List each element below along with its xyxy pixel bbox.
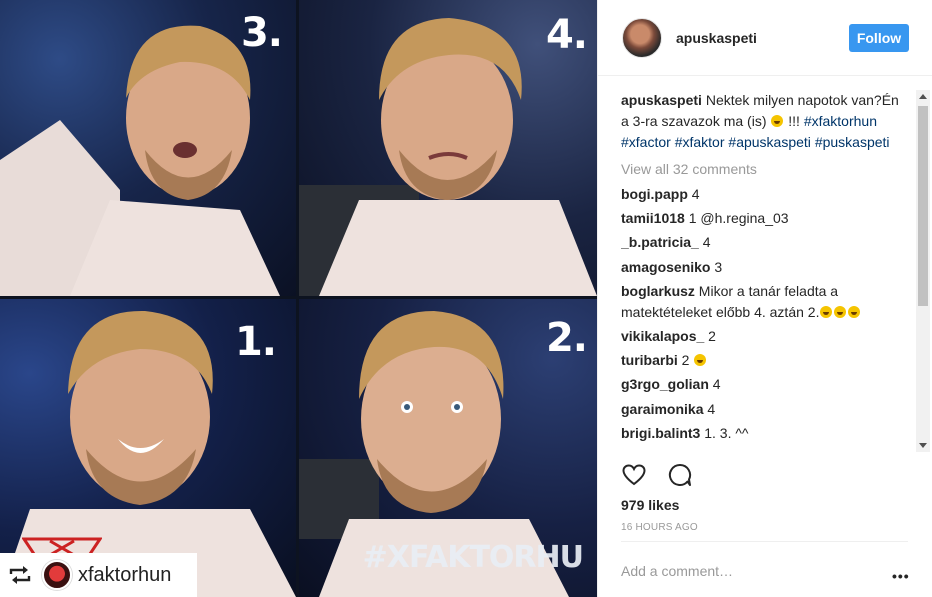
grin-emoji-icon	[694, 354, 707, 367]
list-item: turibarbi 2	[621, 350, 908, 371]
repost-username: xfaktorhun	[78, 563, 172, 586]
scroll-up-arrow-icon[interactable]	[919, 94, 927, 99]
comment-username[interactable]: ocean_eyes006	[621, 449, 724, 452]
view-all-comments-link[interactable]: View all 32 comments	[621, 159, 908, 180]
follow-button[interactable]: Follow	[849, 24, 909, 52]
comment-username[interactable]: amagoseniko	[621, 259, 710, 275]
add-comment-input[interactable]: Add a comment…	[621, 563, 733, 579]
emoji-icon	[848, 305, 861, 318]
comment-text: 4	[702, 234, 711, 251]
repost-icon	[8, 565, 34, 585]
list-item: g3rgo_golian 4	[621, 374, 908, 395]
comment-username[interactable]: vikikalapos_	[621, 328, 704, 344]
comment-username[interactable]: boglarkusz	[621, 283, 695, 299]
comment-text: 3	[714, 258, 723, 275]
likes-count[interactable]: 979 likes	[621, 497, 679, 513]
heart-icon[interactable]	[621, 462, 647, 488]
photo-hashtag-overlay: #XFAKTORHU	[362, 540, 584, 575]
post-actions	[621, 462, 693, 488]
comment-username[interactable]: brigi.balint3	[621, 425, 700, 441]
emoji-icon	[820, 305, 833, 318]
comment-username[interactable]: _b.patricia_	[621, 234, 699, 250]
comment-username[interactable]: turibarbi	[621, 352, 678, 368]
photo-panel-top-right: 4.	[299, 0, 597, 296]
comment-username[interactable]: garaimonika	[621, 401, 703, 417]
panel-number: 2.	[545, 315, 588, 361]
list-item: _b.patricia_ 4	[621, 232, 908, 253]
hashtag-link[interactable]: #xfaktorhun	[804, 113, 877, 129]
repost-avatar	[42, 560, 72, 590]
comment-username[interactable]: tamii1018	[621, 210, 685, 226]
avatar[interactable]	[622, 17, 662, 58]
comment-text: 4	[712, 376, 721, 393]
list-item: brigi.balint3 1. 3. ^^	[621, 423, 908, 444]
instagram-post: 3. 4. 1. 2. #XFAKTORHU xfaktorhun apuska…	[0, 0, 932, 597]
list-item: bogi.papp 4	[621, 184, 908, 205]
post-timestamp[interactable]: 16 HOURS AGO	[621, 522, 698, 533]
post-header: apuskaspeti Follow	[598, 0, 932, 76]
hashtag-link[interactable]: #apuskaspeti	[728, 134, 811, 150]
hashtag-link[interactable]: #xfactor	[621, 134, 671, 150]
more-options-button[interactable]: •••	[892, 568, 910, 584]
list-item: amagoseniko 3	[621, 257, 908, 278]
divider	[621, 541, 908, 542]
comment-bubble-icon[interactable]	[667, 462, 693, 488]
caption-username[interactable]: apuskaspeti	[621, 92, 702, 108]
post-photo[interactable]: 3. 4. 1. 2. #XFAKTORHU xfaktorhun	[0, 0, 597, 597]
header-username[interactable]: apuskaspeti	[676, 30, 757, 46]
list-item: vikikalapos_ 2	[621, 326, 908, 347]
comments-scrollbar[interactable]	[916, 90, 930, 452]
scroll-down-arrow-icon[interactable]	[919, 443, 927, 448]
comment-text: 4	[707, 400, 716, 417]
caption-text-exclaim: !!!	[784, 113, 804, 129]
comment-text: 4	[691, 186, 700, 202]
comment-text: 1 @h.regina_03	[688, 210, 789, 227]
comments-list[interactable]: apuskaspeti Nektek milyen napotok van?Én…	[621, 90, 908, 452]
comment-username[interactable]: g3rgo_golian	[621, 376, 709, 392]
post-caption: apuskaspeti Nektek milyen napotok van?Én…	[621, 90, 908, 153]
panel-number: 4.	[545, 12, 588, 58]
panel-number: 3.	[240, 10, 283, 56]
hashtag-link[interactable]: #xfaktor	[675, 134, 725, 150]
list-item: tamii1018 1 @h.regina_03	[621, 208, 908, 229]
comment-text: 1. 3. ^^	[704, 424, 749, 441]
comment-text: 2	[681, 352, 690, 369]
list-item: garaimonika 4	[621, 399, 908, 420]
comment-username[interactable]: bogi.papp	[621, 186, 688, 202]
list-item: boglarkusz Mikor a tanár feladta a matek…	[621, 281, 908, 323]
comment-text: 2	[708, 327, 716, 344]
grin-emoji-icon	[771, 115, 784, 127]
photo-panel-top-left: 3.	[0, 0, 296, 296]
comment-text: 1	[728, 449, 736, 452]
scrollbar-thumb[interactable]	[918, 106, 928, 306]
repost-attribution[interactable]: xfaktorhun	[0, 553, 197, 597]
panel-number: 1.	[234, 319, 277, 365]
hashtag-link[interactable]: #puskaspeti	[815, 134, 890, 150]
list-item: ocean_eyes006 1	[621, 447, 908, 452]
emoji-icon	[834, 305, 847, 318]
